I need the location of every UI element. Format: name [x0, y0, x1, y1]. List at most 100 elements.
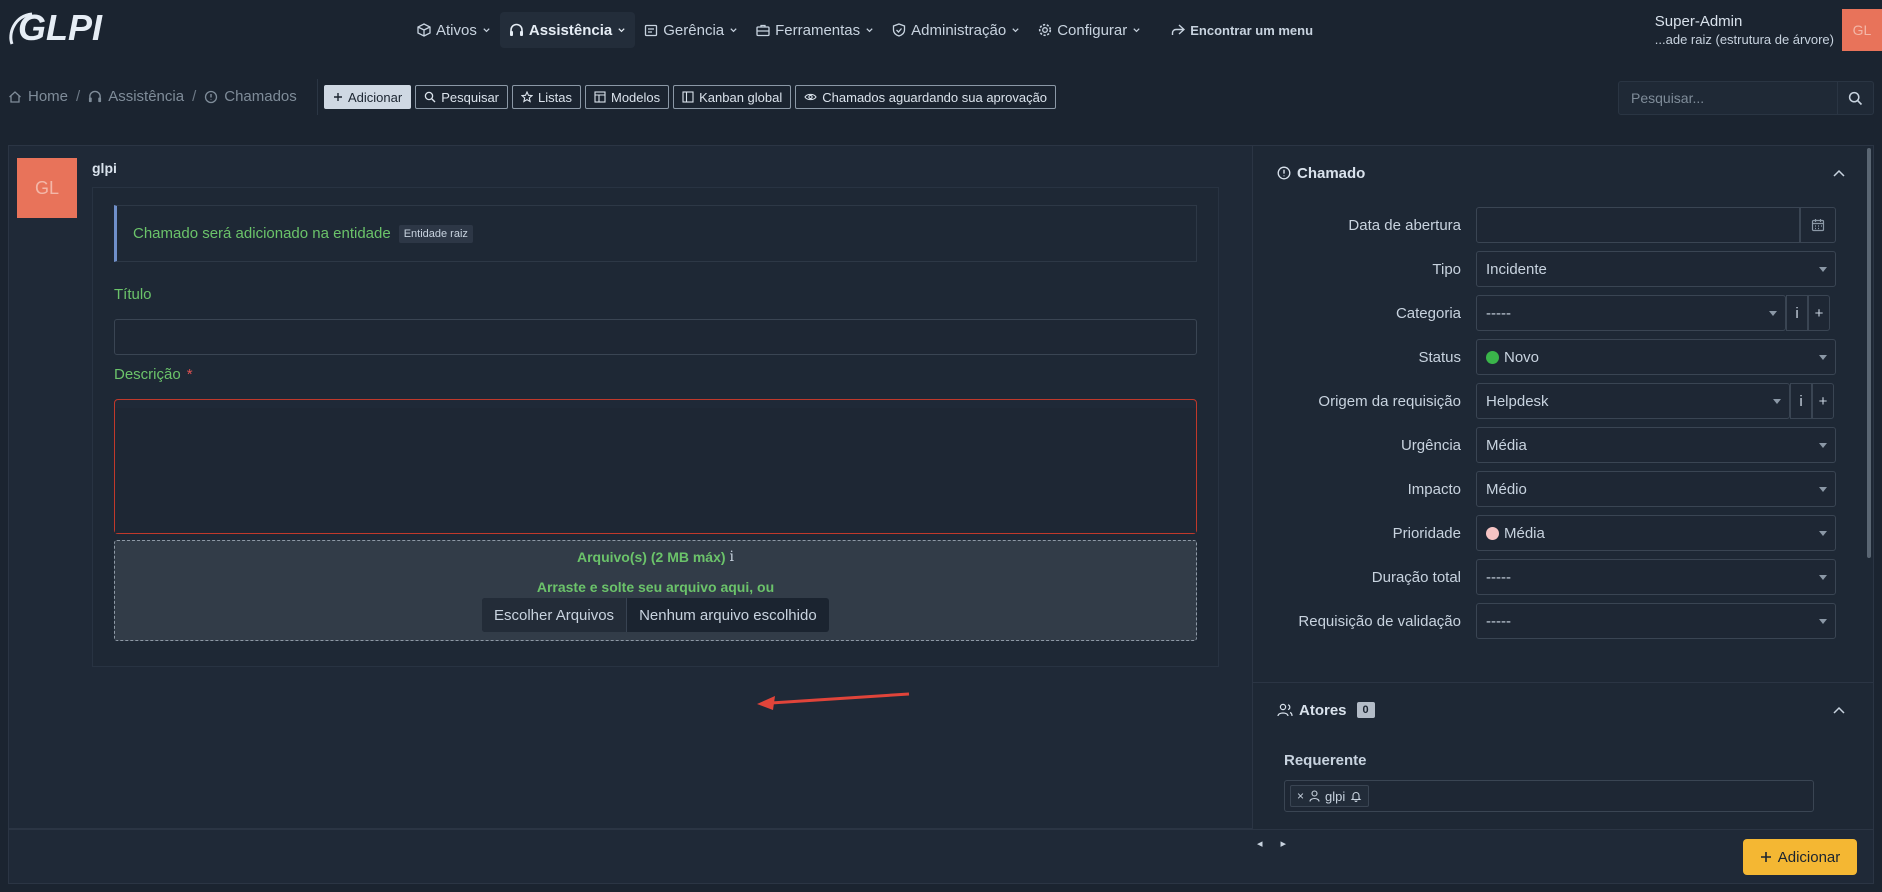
origin-add-button[interactable]: +: [1812, 383, 1834, 419]
kanban-button-label: Kanban global: [699, 89, 783, 105]
next-arrow-icon[interactable]: ▸: [1281, 837, 1287, 850]
description-label-text: Descrição: [114, 366, 181, 383]
star-icon: [521, 91, 534, 103]
type-label: Tipo: [1432, 260, 1461, 278]
status-dot-icon: [1486, 350, 1499, 364]
impact-label: Impacto: [1407, 480, 1461, 498]
models-button[interactable]: Modelos: [584, 85, 670, 109]
requester-chip: × glpi: [1290, 785, 1370, 807]
files-title: Arquivo(s) (2 MB máx) i: [115, 549, 1196, 565]
origin-info-button[interactable]: i: [1790, 383, 1812, 419]
validation-select[interactable]: -----: [1476, 603, 1836, 639]
breadcrumb-home[interactable]: Home: [8, 88, 68, 105]
calendar-button[interactable]: [1800, 207, 1836, 243]
bell-icon[interactable]: [1350, 790, 1362, 802]
ticket-section-header[interactable]: Chamado: [1253, 146, 1873, 200]
glpi-logo[interactable]: GLPI: [6, 6, 116, 52]
breadcrumb-assistencia[interactable]: Assistência: [88, 88, 184, 105]
title-label: Título: [114, 286, 152, 303]
user-menu[interactable]: Super-Admin ...ade raiz (estrutura de ár…: [1655, 13, 1834, 47]
search-button[interactable]: Pesquisar: [415, 85, 509, 109]
opening-date-input[interactable]: [1476, 207, 1800, 243]
home-icon: [9, 90, 21, 103]
main-form-area: GL glpi Chamado será adicionado na entid…: [9, 146, 1252, 830]
description-label: Descrição *: [114, 366, 193, 383]
plus-icon: [1760, 852, 1771, 862]
category-info-button[interactable]: i: [1786, 295, 1808, 331]
impact-value: Médio: [1486, 480, 1527, 498]
impact-select[interactable]: Médio: [1476, 471, 1836, 507]
nav-administracao[interactable]: Administração: [883, 12, 1029, 48]
add-button-label: Adicionar: [348, 89, 403, 105]
nav-configurar[interactable]: Configurar: [1029, 12, 1150, 48]
ticket-form-card: Chamado será adicionado na entidade Enti…: [92, 187, 1219, 667]
nav-gerencia[interactable]: Gerência: [635, 12, 747, 48]
breadcrumb-chamados[interactable]: Chamados: [204, 88, 297, 105]
field-duration: Duração total -----: [1253, 559, 1873, 595]
kanban-button[interactable]: Kanban global: [673, 85, 792, 109]
breadcrumb-home-label: Home: [28, 88, 69, 105]
description-textarea[interactable]: [115, 408, 1196, 533]
urgency-select[interactable]: Média: [1476, 427, 1836, 463]
urgency-label: Urgência: [1400, 436, 1461, 454]
global-search-button[interactable]: [1838, 81, 1874, 115]
breadcrumb: Home / Assistência / Chamados: [8, 88, 297, 105]
choose-files-button[interactable]: Escolher Arquivos: [482, 598, 628, 632]
lists-button-label: Listas: [538, 89, 572, 105]
prev-arrow-icon[interactable]: ◂: [1257, 837, 1263, 850]
field-status: Status Novo: [1253, 339, 1873, 375]
breadcrumb-assistencia-label: Assistência: [108, 88, 185, 105]
required-mark: *: [186, 366, 193, 383]
box-icon: [417, 23, 431, 37]
title-input[interactable]: [114, 319, 1197, 355]
entity-alert: Chamado será adicionado na entidade Enti…: [114, 205, 1197, 262]
validation-label: Requisição de validação: [1298, 612, 1461, 630]
actors-section-header[interactable]: Atores 0: [1253, 683, 1873, 737]
chevron-up-icon[interactable]: [1831, 702, 1847, 718]
author-avatar: GL: [17, 158, 77, 218]
ticket-section-title: Chamado: [1297, 164, 1366, 182]
global-search-input[interactable]: [1618, 81, 1838, 115]
nav-assistencia[interactable]: Assistência: [499, 12, 636, 48]
panel-pager: ◂ ▸: [1257, 837, 1286, 850]
awaiting-approval-button[interactable]: Chamados aguardando sua aprovação: [795, 85, 1057, 109]
models-button-label: Modelos: [610, 89, 661, 105]
chevron-up-icon[interactable]: [1831, 165, 1847, 181]
alert-circle-icon: [1277, 166, 1291, 180]
duration-select[interactable]: -----: [1476, 559, 1836, 595]
submit-add-button[interactable]: Adicionar: [1743, 839, 1857, 875]
origin-value: Helpdesk: [1486, 392, 1549, 410]
add-button[interactable]: Adicionar: [324, 85, 412, 109]
priority-label: Prioridade: [1392, 524, 1461, 542]
field-validation: Requisição de validação -----: [1253, 603, 1873, 639]
duration-label: Duração total: [1371, 568, 1461, 586]
field-origin: Origem da requisição Helpdesk i +: [1253, 383, 1873, 419]
nav-ferramentas[interactable]: Ferramentas: [747, 12, 883, 48]
entity-badge: Entidade raiz: [398, 224, 473, 243]
find-menu-button[interactable]: Encontrar um menu: [1162, 12, 1322, 48]
type-select[interactable]: Incidente: [1476, 251, 1836, 287]
requester-chip-label: glpi: [1325, 788, 1346, 804]
info-icon[interactable]: i: [730, 549, 734, 565]
panel-scrollbar[interactable]: [1867, 148, 1871, 558]
remove-chip-icon[interactable]: ×: [1297, 789, 1304, 803]
field-type: Tipo Incidente: [1253, 251, 1873, 287]
nav-ativos[interactable]: Ativos: [408, 12, 500, 48]
category-select[interactable]: -----: [1476, 295, 1786, 331]
action-bar: Home / Assistência / Chamados Adicionar …: [0, 75, 1882, 119]
category-add-button[interactable]: +: [1808, 295, 1830, 331]
field-category: Categoria ----- i +: [1253, 295, 1873, 331]
status-select[interactable]: Novo: [1476, 339, 1836, 375]
user-avatar[interactable]: GL: [1842, 9, 1882, 51]
eye-icon: [804, 93, 817, 101]
users-icon: [1277, 703, 1293, 717]
lists-button[interactable]: Listas: [512, 85, 581, 109]
origin-select[interactable]: Helpdesk: [1476, 383, 1790, 419]
priority-select[interactable]: Média: [1476, 515, 1836, 551]
file-input[interactable]: Escolher Arquivos Nenhum arquivo escolhi…: [482, 598, 829, 632]
requester-field[interactable]: × glpi: [1284, 780, 1814, 812]
file-dropzone[interactable]: Arquivo(s) (2 MB máx) i Arraste e solte …: [114, 540, 1197, 641]
ticket-side-panel: Chamado Data de abertura Tipo Incidente …: [1252, 146, 1873, 830]
no-file-chosen-text: Nenhum arquivo escolhido: [639, 606, 817, 624]
breadcrumb-separator: /: [192, 88, 197, 105]
